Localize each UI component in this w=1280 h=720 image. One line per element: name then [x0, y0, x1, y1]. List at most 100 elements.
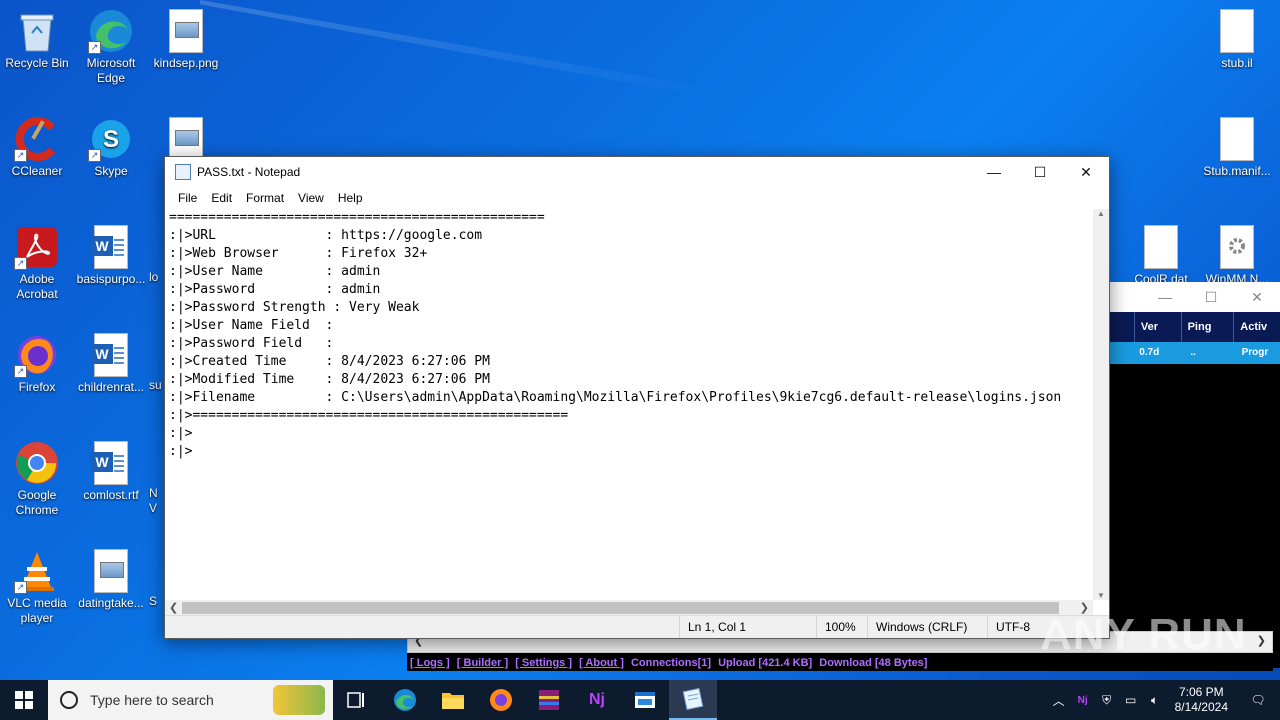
start-button[interactable] [0, 680, 48, 720]
settings-link[interactable]: [ Settings ] [515, 657, 572, 669]
text-line: :|>Password : admin [169, 282, 381, 297]
scroll-down-icon[interactable]: ▼ [1093, 591, 1109, 600]
file-icon [149, 332, 165, 378]
desktop-icon-label: datingtake... [78, 596, 144, 610]
upload-status: Upload [421.4 KB] [718, 657, 813, 669]
scroll-right-icon[interactable]: ❯ [1257, 634, 1266, 647]
desktop-icon-datingtake[interactable]: datingtake... [74, 548, 148, 611]
maximize-button[interactable]: ☐ [1188, 282, 1234, 312]
text-editor[interactable]: ========================================… [165, 209, 1093, 600]
line-ending: Windows (CRLF) [867, 616, 986, 638]
clock[interactable]: 7:06 PM 8/14/2024 [1167, 685, 1236, 715]
desktop-icon-label: VLC media player [7, 596, 67, 625]
desktop-icon-label: Firefox [18, 380, 56, 394]
menu-edit[interactable]: Edit [204, 191, 239, 205]
minimize-button[interactable]: — [1142, 282, 1188, 312]
desktop-icon-partial-2[interactable]: su [149, 332, 165, 393]
close-button[interactable]: ✕ [1234, 282, 1280, 312]
desktop-icon-label: S [149, 594, 158, 608]
file-icon [1214, 8, 1260, 54]
desktop-icon-label: stub.il [1221, 56, 1253, 70]
security-icon[interactable]: ⛨ [1095, 693, 1119, 708]
desktop-icon-partial-4[interactable]: S [149, 548, 164, 609]
desktop-icon-partial-3[interactable]: N V [149, 440, 164, 516]
text-line: :|> [169, 426, 193, 441]
column-header-blank [1108, 312, 1135, 342]
njrat-tray-icon[interactable]: Nj [1071, 695, 1095, 706]
desktop-icon-recycle-bin[interactable]: Recycle Bin [0, 8, 74, 71]
close-button[interactable]: ✕ [1063, 157, 1109, 187]
network-icon[interactable]: ▭ [1119, 693, 1143, 707]
column-header-ping[interactable]: Ping [1182, 312, 1235, 342]
word-doc-icon: W [88, 224, 134, 270]
clock-date: 8/14/2024 [1174, 700, 1228, 714]
menu-file[interactable]: File [171, 191, 204, 205]
notepad-titlebar[interactable]: PASS.txt - Notepad — ☐ ✕ [165, 157, 1109, 187]
scrollbar-thumb[interactable] [182, 602, 1059, 614]
builder-link[interactable]: [ Builder ] [457, 657, 508, 669]
text-line: :|>Password Field : [169, 336, 334, 351]
windows-logo-icon [15, 691, 33, 709]
desktop-icon-coolr[interactable]: CoolR.dat [1124, 224, 1198, 287]
ccleaner-icon: ↗ [14, 116, 60, 162]
column-header-active[interactable]: Activ [1234, 312, 1280, 342]
desktop-icon-acrobat[interactable]: ↗ Adobe Acrobat [0, 224, 74, 302]
text-line: :|>User Name Field : [169, 318, 334, 333]
maximize-button[interactable]: ☐ [1017, 157, 1063, 187]
notifications-icon[interactable]: 🗨︎ [1236, 693, 1280, 707]
desktop-icon-stub-manifest[interactable]: Stub.manif... [1200, 116, 1274, 179]
desktop-icon-vlc[interactable]: ↗ VLC media player [0, 548, 74, 626]
file-explorer-icon[interactable] [429, 680, 477, 720]
text-line: :|>Created Time : 8/4/2023 6:27:06 PM [169, 354, 490, 369]
table-row[interactable]: 0.7d .. Progr [1108, 342, 1280, 364]
menu-view[interactable]: View [291, 191, 331, 205]
about-link[interactable]: [ About ] [579, 657, 624, 669]
njrat-icon[interactable]: Nj [573, 680, 621, 720]
volume-icon[interactable]: 🔈︎ [1143, 693, 1167, 708]
notepad-icon[interactable] [669, 680, 717, 720]
desktop-icon-childrenrat[interactable]: W childrenrat... [74, 332, 148, 395]
settings-file-icon [1214, 224, 1260, 270]
column-header-ver[interactable]: Ver [1135, 312, 1182, 342]
app-window-icon[interactable] [621, 680, 669, 720]
word-doc-icon: W [88, 440, 134, 486]
task-view-icon[interactable] [333, 680, 381, 720]
edge-icon[interactable] [381, 680, 429, 720]
desktop-icon-kindsep[interactable]: kindsep.png [149, 8, 223, 71]
file-icon [149, 548, 164, 594]
cell-ver: 0.7d [1139, 347, 1160, 358]
horizontal-scrollbar[interactable]: ❮ ❯ [165, 600, 1093, 616]
search-highlight-image [273, 685, 325, 715]
search-box[interactable]: Type here to search [48, 680, 333, 720]
vlc-icon: ↗ [14, 548, 60, 594]
desktop-icon-edge[interactable]: ↗ Microsoft Edge [74, 8, 148, 86]
text-line: :|>Filename : C:\Users\admin\AppData\Roa… [169, 390, 1062, 405]
desktop-icon-comlost[interactable]: W comlost.rtf [74, 440, 148, 503]
desktop-icon-skype[interactable]: S ↗ Skype [74, 116, 148, 179]
desktop-icon-basispurpo[interactable]: W basispurpo... [74, 224, 148, 287]
image-file-icon [88, 548, 134, 594]
text-line: :|>Password Strength : Very Weak [169, 300, 420, 315]
rat-titlebar: — ☐ ✕ [1108, 282, 1280, 312]
desktop-icon-firefox[interactable]: ↗ Firefox [0, 332, 74, 395]
menu-format[interactable]: Format [239, 191, 291, 205]
winrar-icon[interactable] [525, 680, 573, 720]
desktop-icon-stub-il[interactable]: stub.il [1200, 8, 1274, 71]
desktop-icon-winmm[interactable]: WinMM.N... [1200, 224, 1274, 287]
watermark: ANY RUN [1040, 610, 1247, 659]
scroll-left-icon[interactable]: ❮ [169, 601, 178, 614]
vertical-scrollbar[interactable]: ▲ ▼ [1093, 209, 1109, 600]
desktop-icon-label: basispurpo... [76, 272, 146, 286]
desktop-icon-chrome[interactable]: Google Chrome [0, 440, 74, 518]
chevron-up-icon[interactable]: ︿ [1047, 692, 1071, 709]
recycle-bin-icon [14, 8, 60, 54]
menu-help[interactable]: Help [331, 191, 370, 205]
search-icon [60, 691, 78, 709]
scroll-up-icon[interactable]: ▲ [1093, 209, 1109, 218]
desktop-icon-label: Adobe Acrobat [16, 272, 58, 301]
word-doc-icon: W [88, 332, 134, 378]
firefox-icon[interactable] [477, 680, 525, 720]
logs-link[interactable]: [ Logs ] [410, 657, 450, 669]
minimize-button[interactable]: — [971, 157, 1017, 187]
desktop-icon-ccleaner[interactable]: ↗ CCleaner [0, 116, 74, 179]
